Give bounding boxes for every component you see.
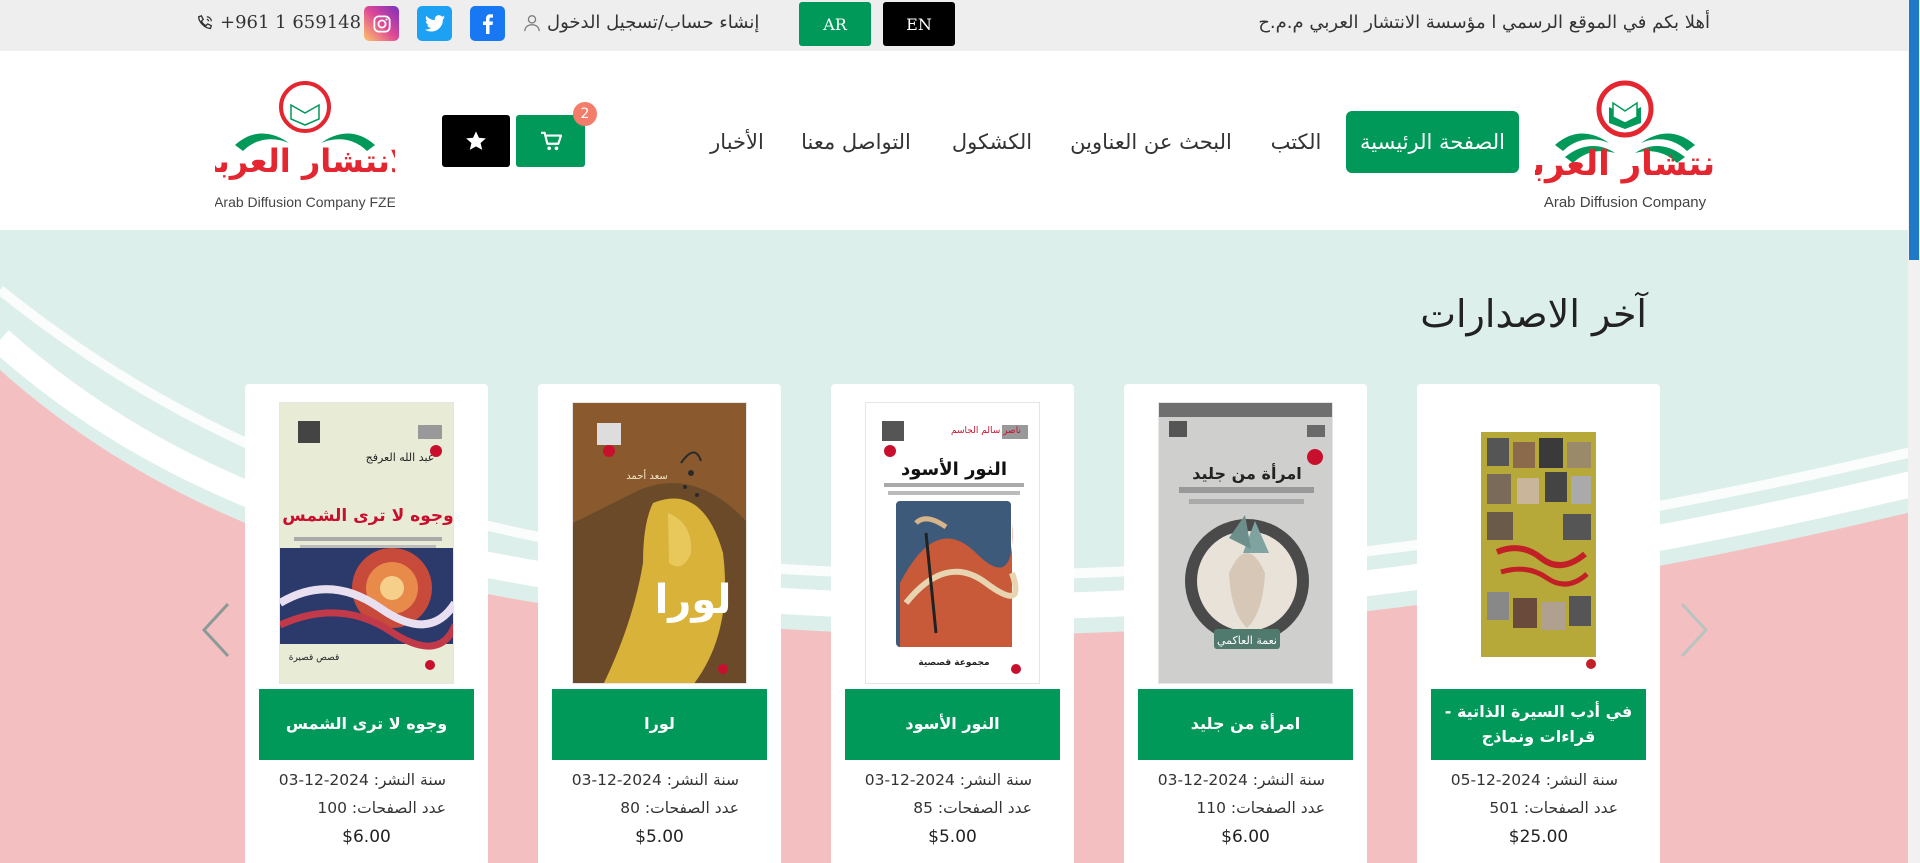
book-publish-date: سنة النشر: 2024-12-03 [278,771,446,789]
phone-number: +961 1 659148 [220,12,362,33]
book-page-count: عدد الصفحات: 85 [913,799,1032,817]
book-title[interactable]: النور الأسود [845,689,1060,760]
cover-title: امرأة من جليد [1192,463,1302,483]
twitter-icon[interactable] [417,6,452,41]
carousel-prev-arrow[interactable] [196,600,236,660]
cover-author: عبد الله العرفج [366,451,435,464]
cart-count-badge: 2 [573,102,597,126]
book-publish-date: سنة النشر: 2024-12-03 [1157,771,1325,789]
nav-books[interactable]: الكتب [1266,111,1326,173]
star-icon [466,131,486,150]
cover-author: نعمة العاكمي [1217,634,1277,647]
nav-title-search[interactable]: البحث عن العناوين [1068,111,1234,173]
page-scrollbar-thumb[interactable] [1909,0,1919,260]
book-cover[interactable]: عبد الله العرفج وجوه لا ترى الشمس قصص قص… [279,402,454,684]
book-title[interactable]: وجوه لا ترى الشمس [259,689,474,760]
welcome-text: أهلا بكم في الموقع الرسمي ا مؤسسة الانتش… [1258,12,1710,33]
language-en-button[interactable]: EN [883,2,955,46]
book-card[interactable]: عبد الله العرفج وجوه لا ترى الشمس قصص قص… [245,384,488,863]
book-price: $6.00 [1221,827,1270,847]
logo-fze-caption: Arab Diffusion Company FZE [215,194,395,210]
instagram-icon[interactable] [364,6,399,41]
book-cover[interactable] [1451,402,1626,684]
cover-title: النور الأسود [901,458,1007,480]
book-page-count: عدد الصفحات: 110 [1196,799,1325,817]
user-icon [524,14,540,31]
nav-contact[interactable]: التواصل معنا [796,111,916,173]
cart-icon [540,131,562,151]
account-label: إنشاء حساب/تسجيل الدخول [547,12,760,33]
favorites-button[interactable] [442,115,510,167]
cover-author: سعد أحمد [626,469,668,482]
book-page-count: عدد الصفحات: 100 [317,799,446,817]
cover-genre: مجموعة قصصية [918,658,989,668]
book-title[interactable]: لورا [552,689,767,760]
book-cover[interactable]: ناصر سالم الجاسم النور الأسود مجموعة قصص… [865,402,1040,684]
book-title[interactable]: امرأة من جليد [1138,689,1353,760]
logo-wordmark: الانتشار العربي [1535,144,1715,184]
language-ar-button[interactable]: AR [799,2,871,46]
latest-releases-section: آخر الاصدارات في أدب السيرة الذاتية - قر… [0,230,1920,863]
book-price: $6.00 [342,827,391,847]
carousel-next-arrow[interactable] [1674,600,1714,660]
book-cover[interactable]: امرأة من جليد نعمة العاكمي [1158,402,1333,684]
nav-news[interactable]: الأخبار [706,111,768,173]
book-publish-date: سنة النشر: 2024-12-03 [864,771,1032,789]
cover-title: وجوه لا ترى الشمس [282,506,453,526]
cover-author: ناصر سالم الجاسم [951,426,1021,436]
account-link[interactable]: إنشاء حساب/تسجيل الدخول [523,12,759,33]
book-price: $25.00 [1508,827,1569,847]
book-card[interactable]: سعد أحمد لورا لورا سنة النشر: 2024-12-03… [538,384,781,863]
book-publish-date: سنة النشر: 2024-12-03 [571,771,739,789]
book-card[interactable]: ناصر سالم الجاسم النور الأسود مجموعة قصص… [831,384,1074,863]
section-title: آخر الاصدارات [1420,292,1647,336]
book-page-count: عدد الصفحات: 501 [1489,799,1618,817]
phone-icon [198,14,213,29]
facebook-icon[interactable] [470,6,505,41]
cart-button[interactable] [516,115,585,167]
top-bar: أهلا بكم في الموقع الرسمي ا مؤسسة الانتش… [0,0,1920,51]
site-logo[interactable]: الانتشار العربي Arab Diffusion Company [1498,67,1752,217]
book-price: $5.00 [635,827,684,847]
cover-title: لورا [655,577,732,623]
book-cover[interactable]: سعد أحمد لورا [572,402,747,684]
phone-contact[interactable]: +961 1 659148 [196,12,361,33]
logo-fze-wordmark: الانتشار العربي [215,142,395,180]
nav-home[interactable]: الصفحة الرئيسية [1346,111,1519,173]
company-logo-fze[interactable]: الانتشار العربي Arab Diffusion Company F… [185,67,425,217]
logo-caption: Arab Diffusion Company [1544,194,1707,211]
book-price: $5.00 [928,827,977,847]
cover-genre: قصص قصيرة [289,653,340,663]
book-publish-date: سنة النشر: 2024-12-05 [1450,771,1618,789]
main-header: الانتشار العربي Arab Diffusion Company ا… [0,51,1920,230]
book-card[interactable]: امرأة من جليد نعمة العاكمي امرأة من جليد… [1124,384,1367,863]
book-title[interactable]: في أدب السيرة الذاتية - قراءات ونماذج [1431,689,1646,760]
nav-kashkool[interactable]: الكشكول [946,111,1038,173]
book-page-count: عدد الصفحات: 80 [620,799,739,817]
book-card[interactable]: في أدب السيرة الذاتية - قراءات ونماذج سن… [1417,384,1660,863]
